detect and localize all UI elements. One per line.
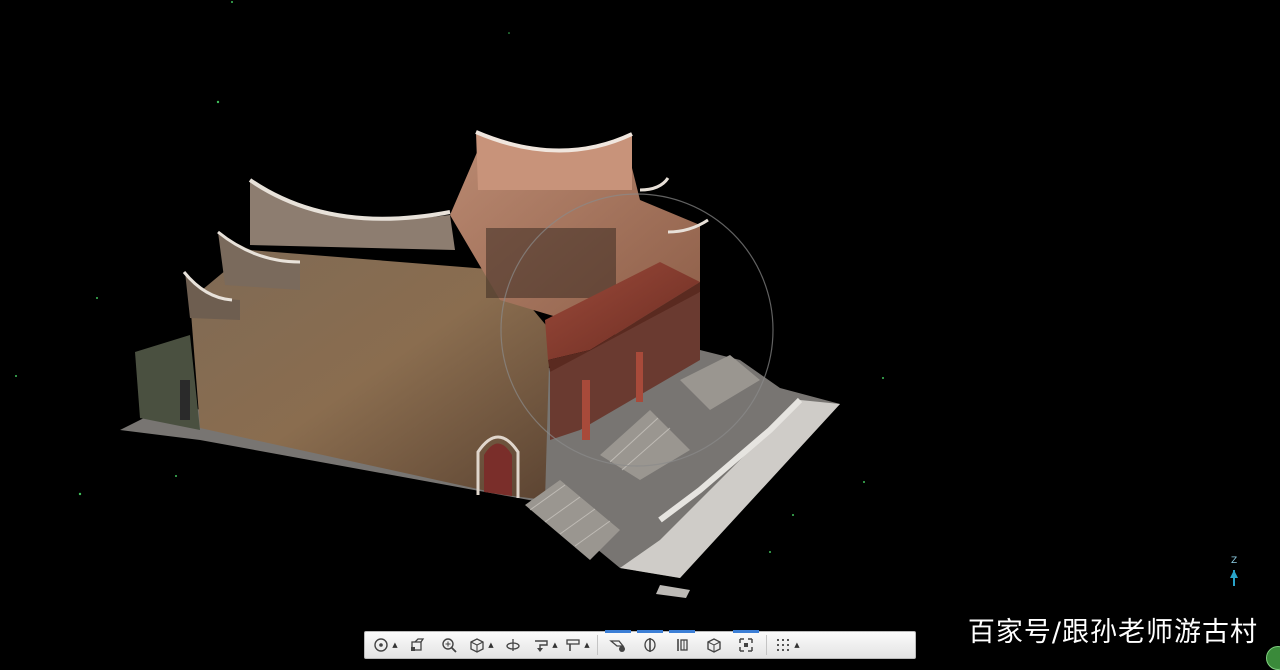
slice-icon [677,639,688,651]
point-filter-button[interactable] [602,630,634,657]
rotate-button[interactable] [497,633,529,657]
toolbar-divider [597,635,598,655]
point-cloud-viewport[interactable] [0,0,1280,661]
orbit-icon [374,638,388,652]
left-annex [135,335,200,430]
measure-icon [535,640,548,652]
measure-button[interactable]: ▲ [529,633,561,657]
view-cube-button[interactable]: ▲ [465,633,497,657]
clip-icon [644,638,656,652]
z-axis-label: Z [1231,556,1238,566]
watermark-text: 百家号/跟孙老师游古村 [967,617,1258,648]
zoom-icon [442,638,457,653]
point-cloud-scene [15,1,1235,598]
filter-icon [609,640,625,652]
clip-plane-button[interactable] [634,630,666,657]
cube-view-icon [470,638,484,653]
fit-icon [739,638,753,652]
chevron-up-icon: ▲ [392,641,398,649]
pan-button[interactable] [401,633,433,657]
chevron-up-icon: ▲ [584,641,590,649]
zoom-button[interactable] [433,633,465,657]
section-button[interactable]: ▲ [561,633,593,657]
chevron-up-icon: ▲ [552,641,558,649]
section-icon [566,639,580,651]
bottom-toolbar: ▲ ▲ ▲ ▲ ▲ [364,630,916,659]
chevron-up-icon: ▲ [488,641,494,649]
pan-icon [411,638,425,651]
corner-status-button[interactable] [1266,646,1280,670]
rotate-icon [506,639,520,651]
chevron-up-icon: ▲ [794,641,800,649]
slice-button[interactable] [666,630,698,657]
toolbar-divider [766,635,767,655]
more-tools-button[interactable]: ▲ [771,633,803,657]
box-clip-button[interactable] [698,633,730,657]
orbit-mode-button[interactable]: ▲ [369,633,401,657]
fit-view-button[interactable] [730,630,762,657]
grid-icon [777,639,790,651]
axis-gizmo[interactable]: Z [1222,556,1246,592]
box-icon [707,638,721,653]
